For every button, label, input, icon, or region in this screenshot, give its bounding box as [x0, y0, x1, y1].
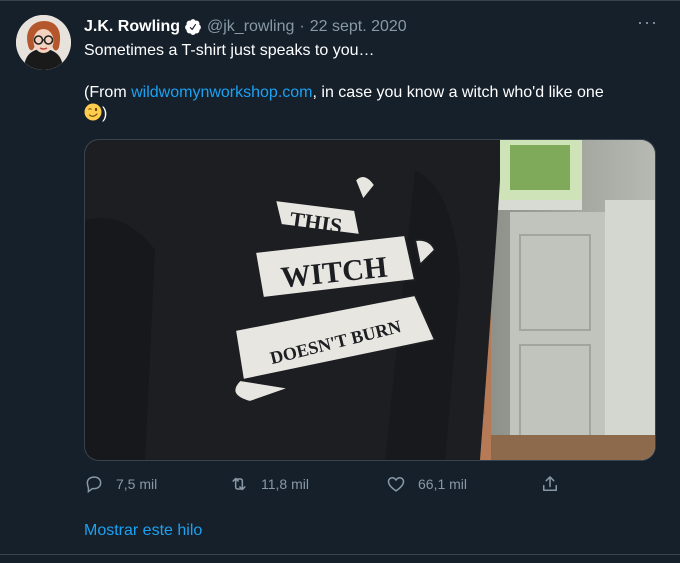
photo-illustration: THIS WITCH DOESN'T BURN — [85, 140, 655, 460]
user-handle[interactable]: @jk_rowling — [207, 18, 294, 36]
verified-badge-icon — [185, 19, 201, 35]
tweet-text-suffix: , in case you know a witch who'd like on… — [312, 84, 604, 101]
tweet-date[interactable]: 22 sept. 2020 — [310, 18, 407, 36]
tweet-actions: 7,5 mil 11,8 mil 66,1 mil — [84, 471, 574, 497]
tweet-divider — [0, 554, 680, 555]
tweet-text-line3: ) — [84, 103, 650, 124]
tweet-text-line2: (From wildwomynworkshop.com, in case you… — [84, 83, 650, 103]
display-name[interactable]: J.K. Rowling — [84, 18, 180, 36]
reply-count: 7,5 mil — [116, 476, 158, 492]
avatar[interactable] — [16, 15, 71, 70]
show-thread-link[interactable]: Mostrar este hilo — [84, 522, 202, 540]
like-count: 66,1 mil — [418, 476, 468, 492]
share-icon — [543, 476, 557, 491]
tweet-header: J.K. Rowling @jk_rowling · 22 sept. 2020 — [84, 17, 664, 37]
avatar-image — [16, 15, 71, 70]
tweet-photo[interactable]: THIS WITCH DOESN'T BURN — [84, 139, 656, 461]
tweet-text-prefix: (From — [84, 84, 132, 101]
reply-icon — [86, 476, 102, 494]
share-button[interactable] — [540, 471, 560, 497]
more-options-icon[interactable]: ··· — [637, 13, 658, 31]
reply-button[interactable]: 7,5 mil — [84, 471, 157, 497]
retweet-button[interactable]: 11,8 mil — [229, 471, 309, 497]
like-button[interactable]: 66,1 mil — [386, 471, 467, 497]
retweet-count: 11,8 mil — [261, 476, 309, 492]
retweet-icon — [232, 477, 246, 491]
tweet-text-line1: Sometimes a T-shirt just speaks to you… — [84, 42, 375, 59]
heart-icon — [387, 476, 405, 492]
tweet-text: Sometimes a T-shirt just speaks to you… … — [84, 41, 650, 124]
tweet[interactable]: J.K. Rowling @jk_rowling · 22 sept. 2020… — [0, 0, 680, 563]
tweet-text-close: ) — [102, 105, 108, 122]
winking-face-icon — [84, 103, 102, 121]
tweet-link[interactable]: wildwomynworkshop.com — [131, 84, 312, 101]
separator-dot: · — [299, 18, 305, 35]
